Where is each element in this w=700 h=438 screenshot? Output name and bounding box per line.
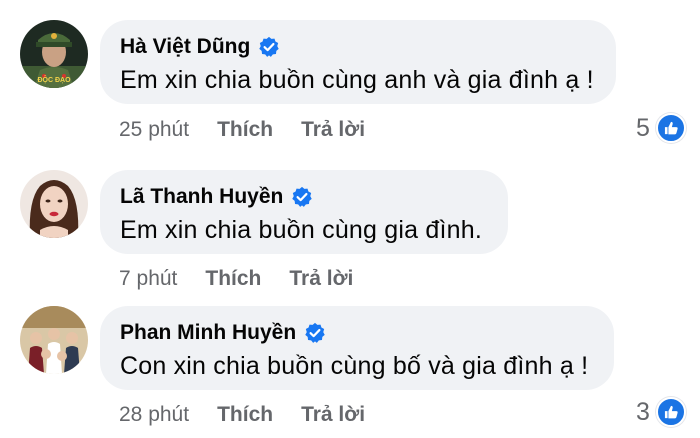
reply-button[interactable]: Trả lời [301,118,365,142]
comment-actions: 25 phút Thích Trả lời [119,118,365,142]
reaction-summary[interactable]: 3 [636,397,686,427]
reaction-summary[interactable]: 5 [636,113,686,143]
verified-badge-icon [305,322,325,343]
comment-text: Con xin chia buồn cùng bố và gia đình ạ … [120,352,589,380]
avatar[interactable]: ĐỘC ĐẠO [20,20,88,88]
avatar[interactable] [20,170,88,238]
comment-text: Em xin chia buồn cùng gia đình. [120,216,482,244]
avatar-caption: ĐỘC ĐẠO [37,77,71,84]
comment-actions: 28 phút Thích Trả lời [119,403,365,427]
comment-1: ĐỘC ĐẠO Hà Việt Dũng Em xin chia buồn cù… [0,0,700,150]
like-reaction-icon [655,113,686,143]
author-name[interactable]: Hà Việt Dũng [120,35,250,59]
verified-badge-icon [292,186,313,207]
reaction-count: 5 [636,113,650,142]
verified-badge-icon [259,36,280,57]
comment-text: Em xin chia buồn cùng anh và gia đình ạ … [120,66,594,94]
like-button[interactable]: Thích [217,403,273,427]
comment-3: Phan Minh Huyền Con xin chia buồn cùng b… [0,288,700,438]
like-button[interactable]: Thích [217,118,273,142]
author-name[interactable]: Lã Thanh Huyền [120,185,283,209]
comment-bubble: Phan Minh Huyền Con xin chia buồn cùng b… [100,306,614,390]
comment-2: Lã Thanh Huyền Em xin chia buồn cùng gia… [0,150,700,290]
avatar[interactable] [20,306,88,374]
reaction-count: 3 [636,397,650,426]
timestamp[interactable]: 28 phút [119,403,189,427]
like-reaction-icon [655,397,686,427]
author-name[interactable]: Phan Minh Huyền [120,321,296,345]
reply-button[interactable]: Trả lời [301,403,365,427]
comment-bubble: Lã Thanh Huyền Em xin chia buồn cùng gia… [100,170,508,254]
avatar-group-photo-icon [20,306,88,374]
timestamp[interactable]: 25 phút [119,118,189,142]
comment-bubble: Hà Việt Dũng Em xin chia buồn cùng anh v… [100,20,616,104]
avatar-woman-portrait-icon [20,170,88,238]
